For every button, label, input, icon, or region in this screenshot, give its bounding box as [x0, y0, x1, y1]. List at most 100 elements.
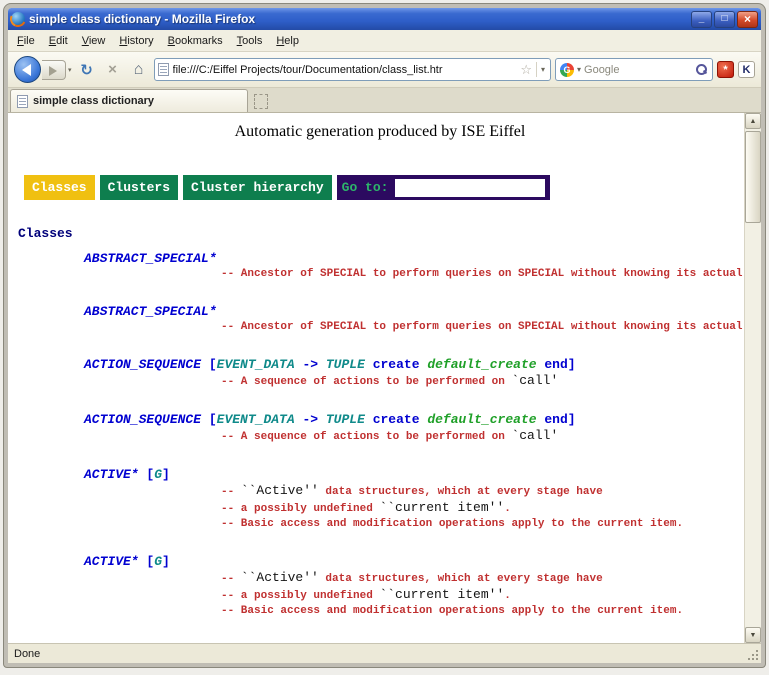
menu-bookmarks[interactable]: Bookmarks	[161, 32, 230, 50]
token-comment: -- Basic access and modification operati…	[221, 605, 683, 617]
class-link[interactable]: ACTION_SEQUENCE [EVENT_DATA -> TUPLE cre…	[84, 357, 744, 373]
forward-button[interactable]	[42, 60, 66, 80]
tab-favicon	[17, 95, 28, 108]
token-comment: --	[221, 573, 241, 585]
goto-box: Go to:	[337, 175, 551, 200]
titlebar[interactable]: simple class dictionary - Mozilla Firefo…	[8, 8, 761, 30]
class-comment: -- A sequence of actions to be performed…	[221, 428, 744, 445]
token-generic: EVENT_DATA	[217, 357, 295, 372]
doc-nav-buttons: Classes Clusters Cluster hierarchy Go to…	[24, 175, 744, 200]
token-symbol	[365, 357, 373, 372]
class-link[interactable]: ACTIVE* [G]	[84, 467, 744, 483]
token-code: ``Active''	[241, 570, 319, 585]
url-input[interactable]: file:///C:/Eiffel Projects/tour/Document…	[173, 64, 517, 76]
token-feature: default_create	[427, 357, 536, 372]
token-comment: -- A sequence of actions to be performed…	[221, 431, 511, 443]
token-keyword: create	[373, 412, 420, 427]
firefox-icon	[11, 12, 25, 26]
search-box[interactable]: G ▾ Google	[555, 58, 713, 81]
class-link[interactable]: ABSTRACT_SPECIAL*	[84, 304, 744, 320]
token-code: `call'	[511, 428, 558, 443]
class-comment: -- ``Active'' data structures, which at …	[221, 483, 744, 500]
token-symbol: [	[139, 467, 155, 482]
token-symbol: [	[139, 554, 155, 569]
class-entry: ACTION_SEQUENCE [EVENT_DATA -> TUPLE cre…	[16, 357, 744, 390]
tab-simple-class-dictionary[interactable]: simple class dictionary	[10, 89, 248, 112]
token-class: ACTION_SEQUENCE	[84, 412, 209, 427]
scrollbar-thumb[interactable]	[745, 131, 761, 223]
cluster-hierarchy-button[interactable]: Cluster hierarchy	[183, 175, 332, 200]
scroll-up-button[interactable]: ▲	[745, 113, 761, 129]
token-comment: --	[221, 486, 241, 498]
browser-content: Automatic generation produced by ISE Eif…	[8, 113, 761, 643]
menu-view[interactable]: View	[75, 32, 113, 50]
token-comment: -- a possibly undefined	[221, 503, 379, 515]
token-comment: -- Ancestor of SPECIAL to perform querie…	[221, 321, 744, 333]
token-code: ``current item''	[379, 500, 504, 515]
section-title-classes: Classes	[18, 226, 744, 241]
resize-grip-icon[interactable]	[756, 658, 758, 660]
home-button[interactable]: ⌂	[128, 59, 150, 81]
extension-icon-red[interactable]: *	[717, 61, 734, 78]
token-symbol: [	[209, 357, 217, 372]
class-comment: -- Ancestor of SPECIAL to perform querie…	[221, 320, 744, 335]
menu-tools[interactable]: Tools	[230, 32, 270, 50]
token-symbol	[365, 412, 373, 427]
token-feature: default_create	[427, 412, 536, 427]
clusters-button[interactable]: Clusters	[100, 175, 178, 200]
goto-input[interactable]	[395, 179, 545, 197]
classes-button[interactable]: Classes	[24, 175, 95, 200]
token-generic: G	[154, 467, 162, 482]
navigation-toolbar: ▾ ↻ × ⌂ file:///C:/Eiffel Projects/tour/…	[8, 52, 761, 88]
class-comment: -- Ancestor of SPECIAL to perform querie…	[221, 267, 744, 282]
tab-bar: simple class dictionary	[8, 88, 761, 113]
search-icon[interactable]	[695, 63, 708, 76]
token-symbol: [	[209, 412, 217, 427]
window-controls: _ □ ×	[691, 11, 758, 28]
token-comment: -- a possibly undefined	[221, 590, 379, 602]
maximize-button[interactable]: □	[714, 11, 735, 28]
class-link[interactable]: ABSTRACT_SPECIAL*	[84, 251, 744, 267]
urlbar-dropdown-icon[interactable]: ▾	[536, 62, 547, 77]
class-entry: ACTION_SEQUENCE [EVENT_DATA -> TUPLE cre…	[16, 412, 744, 445]
token-comment: data structures, which at every stage ha…	[319, 486, 603, 498]
bookmark-star-icon[interactable]: ☆	[520, 62, 532, 78]
address-bar[interactable]: file:///C:/Eiffel Projects/tour/Document…	[154, 58, 551, 81]
window-title: simple class dictionary - Mozilla Firefo…	[29, 12, 687, 26]
document-body: Automatic generation produced by ISE Eif…	[8, 113, 744, 643]
menu-help[interactable]: Help	[269, 32, 306, 50]
token-generic: G	[154, 554, 162, 569]
stop-button[interactable]: ×	[102, 59, 124, 81]
close-button[interactable]: ×	[737, 11, 758, 28]
menu-edit[interactable]: Edit	[42, 32, 75, 50]
new-tab-button[interactable]	[254, 94, 268, 109]
vertical-scrollbar[interactable]: ▲ ▼	[744, 113, 761, 643]
status-text: Done	[14, 648, 40, 660]
search-input[interactable]: Google	[584, 64, 692, 76]
token-code: `call'	[511, 373, 558, 388]
class-comment: -- Basic access and modification operati…	[221, 604, 744, 619]
page-favicon	[158, 63, 169, 76]
token-class: ACTION_SEQUENCE	[84, 357, 209, 372]
back-button[interactable]	[14, 56, 41, 83]
scroll-down-button[interactable]: ▼	[745, 627, 761, 643]
token-symbol: ]	[162, 554, 170, 569]
extension-icon-k[interactable]: K	[738, 61, 755, 78]
minimize-button[interactable]: _	[691, 11, 712, 28]
goto-label: Go to:	[342, 180, 389, 195]
token-comment: -- Basic access and modification operati…	[221, 518, 683, 530]
token-symbol: ->	[295, 412, 326, 427]
class-list: ABSTRACT_SPECIAL*-- Ancestor of SPECIAL …	[16, 251, 744, 643]
menu-file[interactable]: File	[10, 32, 42, 50]
firefox-window: simple class dictionary - Mozilla Firefo…	[4, 4, 765, 667]
token-class: ABSTRACT_SPECIAL*	[84, 304, 217, 319]
search-engine-dropdown-icon[interactable]: ▾	[577, 65, 581, 74]
refresh-button[interactable]: ↻	[76, 59, 98, 81]
class-link[interactable]: ACTIVE* [G]	[84, 554, 744, 570]
token-symbol: ]	[568, 357, 576, 372]
menu-history[interactable]: History	[112, 32, 160, 50]
class-entry: ABSTRACT_SPECIAL* -- Ancestor of SPECIAL …	[16, 304, 744, 335]
history-dropdown-icon[interactable]: ▾	[68, 66, 72, 74]
class-link[interactable]: ACTION_SEQUENCE [EVENT_DATA -> TUPLE cre…	[84, 412, 744, 428]
token-symbol: ]	[162, 467, 170, 482]
